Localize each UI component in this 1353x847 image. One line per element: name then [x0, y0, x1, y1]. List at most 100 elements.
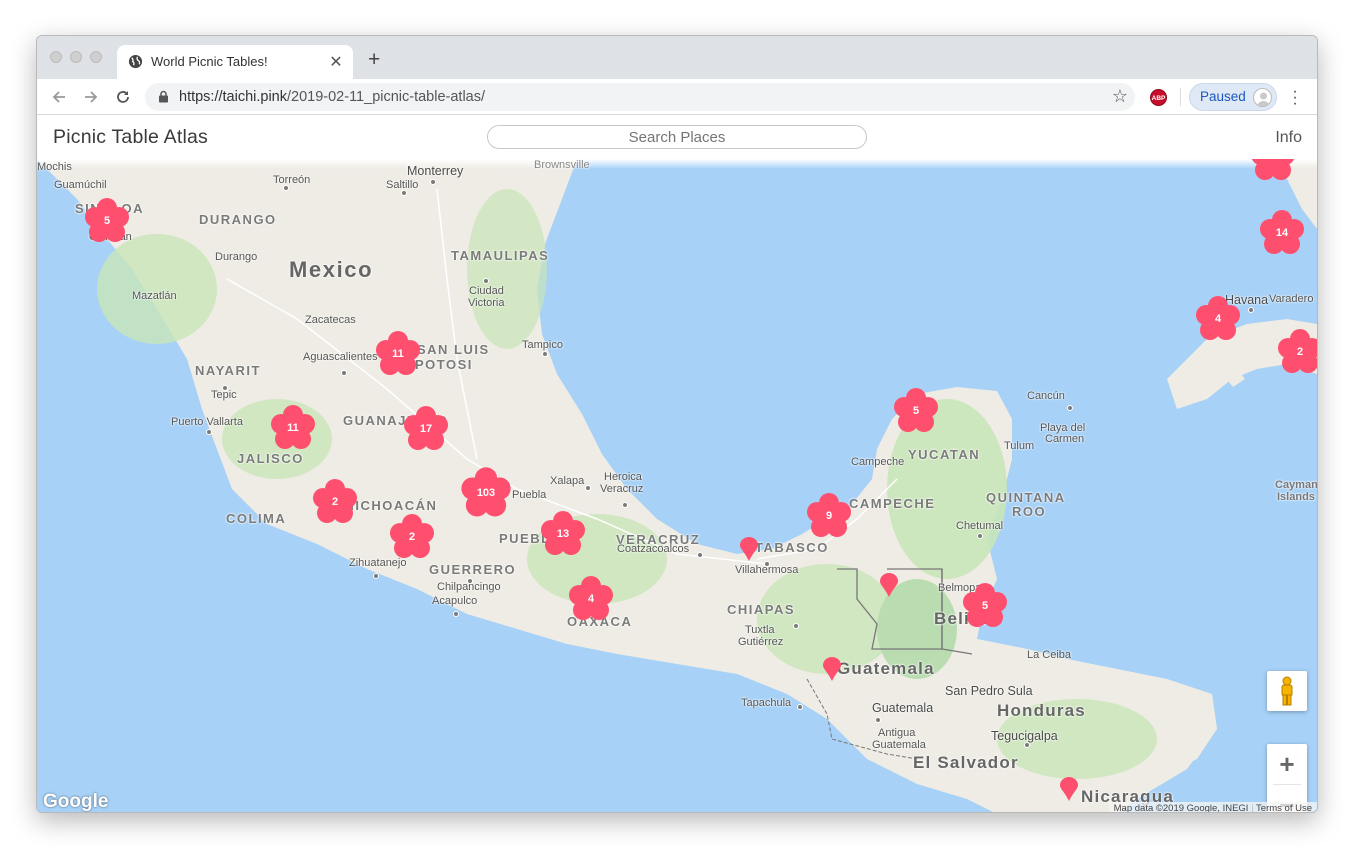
label-tuxtla: Tuxtla: [745, 624, 775, 636]
more-menu-icon[interactable]: · · ·: [1289, 84, 1301, 112]
search-input[interactable]: [487, 125, 867, 149]
terms-of-use-link[interactable]: Terms of Use: [1256, 803, 1312, 812]
cluster-count: [1248, 159, 1298, 184]
minimize-window-button[interactable]: [70, 51, 82, 63]
marker-cluster[interactable]: 13: [538, 509, 588, 559]
label-tegucigalpa: Tegucigalpa: [991, 729, 1058, 743]
cluster-count: 2: [1296, 346, 1304, 358]
back-button[interactable]: [48, 86, 70, 108]
marker-cluster[interactable]: 5: [960, 581, 1010, 631]
map-pin-icon[interactable]: [1060, 777, 1078, 801]
tab-title: World Picnic Tables!: [151, 54, 268, 69]
map-canvas[interactable]: Mexico Guatemala Honduras El Salvador Be…: [37, 159, 1317, 812]
city-dot: [622, 502, 628, 508]
cluster-count: 11: [287, 422, 299, 434]
label-tapachula: Tapachula: [741, 697, 792, 709]
label-tulum: Tulum: [1004, 440, 1035, 452]
label-carmen: Carmen: [1045, 433, 1085, 445]
street-view-pegman-button[interactable]: [1267, 671, 1307, 711]
marker-cluster[interactable]: [1248, 159, 1298, 184]
label-xalapa: Xalapa: [550, 475, 585, 487]
city-dot: [977, 533, 983, 539]
cluster-count: 13: [556, 528, 570, 540]
cluster-count: 11: [392, 348, 404, 360]
url-host: https://taichi.pink: [179, 89, 287, 105]
city-dot: [697, 552, 703, 558]
marker-cluster[interactable]: 2: [387, 512, 437, 562]
google-logo: Google: [43, 791, 109, 812]
title-bar: World Picnic Tables! ✕ +: [37, 36, 1317, 79]
close-tab-icon[interactable]: ✕: [328, 52, 344, 72]
marker-cluster[interactable]: 9: [804, 491, 854, 541]
app-header: Picnic Table Atlas Info: [37, 115, 1317, 159]
cluster-count: 103: [476, 487, 496, 499]
marker-cluster[interactable]: 2: [1275, 327, 1317, 377]
label-chetumal: Chetumal: [956, 520, 1004, 532]
marker-cluster[interactable]: 103: [458, 465, 514, 521]
label-chiapas: CHIAPAS: [727, 602, 796, 617]
label-san-pedro-sula: San Pedro Sula: [945, 684, 1033, 698]
label-victoria: Victoria: [468, 297, 505, 309]
label-mazatlan: Mazatlán: [132, 290, 177, 302]
cluster-count: 9: [825, 510, 833, 522]
tab-world-picnic-tables[interactable]: World Picnic Tables! ✕: [117, 45, 353, 79]
label-campeche: CAMPECHE: [849, 496, 936, 511]
label-brownsville: Brownsville: [534, 159, 590, 171]
marker-cluster[interactable]: 5: [82, 196, 132, 246]
label-durango: DURANGO: [199, 212, 277, 227]
city-dot: [401, 190, 407, 196]
reload-button[interactable]: [112, 86, 134, 108]
label-campeche-city: Campeche: [851, 456, 905, 468]
label-aguascalientes: Aguascalientes: [303, 351, 378, 363]
address-bar[interactable]: https://taichi.pink/2019-02-11_picnic-ta…: [145, 83, 1135, 111]
label-nayarit: NAYARIT: [195, 363, 261, 378]
marker-cluster[interactable]: 11: [268, 403, 318, 453]
city-dot: [373, 573, 379, 579]
marker-cluster[interactable]: 5: [891, 386, 941, 436]
label-torreon: Torreón: [273, 174, 311, 186]
profile-status-label: Paused: [1200, 89, 1246, 104]
city-dot: [283, 185, 289, 191]
adblock-extension-icon[interactable]: ABP: [1150, 89, 1167, 106]
marker-cluster[interactable]: 11: [373, 329, 423, 379]
label-durango-city: Durango: [215, 251, 258, 263]
cluster-count: 4: [587, 593, 595, 605]
zoom-in-button[interactable]: +: [1267, 744, 1307, 784]
label-jalisco: JALISCO: [237, 451, 304, 466]
marker-cluster[interactable]: 4: [566, 574, 616, 624]
label-el-salvador: El Salvador: [913, 753, 1019, 772]
bookmark-star-icon[interactable]: ☆: [1112, 86, 1128, 107]
map-pin-icon[interactable]: [880, 573, 898, 597]
label-antigua-guatemala: Guatemala: [872, 739, 926, 751]
label-gutierrez: Gutiérrez: [738, 636, 784, 648]
label-colima: COLIMA: [226, 511, 287, 526]
label-guamuchil: Guamúchil: [54, 179, 107, 191]
label-guatemala-city: Guatemala: [872, 701, 934, 715]
forward-button[interactable]: [80, 86, 102, 108]
label-mexico: Mexico: [289, 257, 374, 282]
arrow-right-icon: [85, 91, 98, 103]
close-window-button[interactable]: [50, 51, 62, 63]
profile-button[interactable]: Paused: [1189, 83, 1277, 111]
marker-cluster[interactable]: 14: [1257, 208, 1307, 258]
city-dot: [467, 578, 473, 584]
info-link[interactable]: Info: [1275, 129, 1302, 147]
label-ciudad: Ciudad: [469, 285, 504, 297]
reload-icon: [117, 91, 129, 103]
marker-cluster[interactable]: 4: [1193, 294, 1243, 344]
new-tab-button[interactable]: +: [368, 48, 380, 72]
marker-cluster[interactable]: 17: [401, 404, 451, 454]
marker-cluster[interactable]: 2: [310, 477, 360, 527]
zoom-window-button[interactable]: [90, 51, 102, 63]
label-zacatecas: Zacatecas: [305, 314, 356, 326]
map-pin-icon[interactable]: [823, 657, 841, 681]
map-pin-icon[interactable]: [740, 537, 758, 561]
url-text: https://taichi.pink/2019-02-11_picnic-ta…: [179, 89, 485, 105]
label-yucatan: YUCATAN: [908, 447, 981, 462]
label-tamaulipas: TAMAULIPAS: [451, 248, 550, 263]
label-coatzacoalcos: Coatzacoalcos: [617, 543, 690, 555]
arrow-left-icon: [52, 91, 65, 103]
city-dot: [585, 485, 591, 491]
person-icon: [1257, 92, 1270, 106]
label-acapulco: Acapulco: [432, 595, 478, 607]
